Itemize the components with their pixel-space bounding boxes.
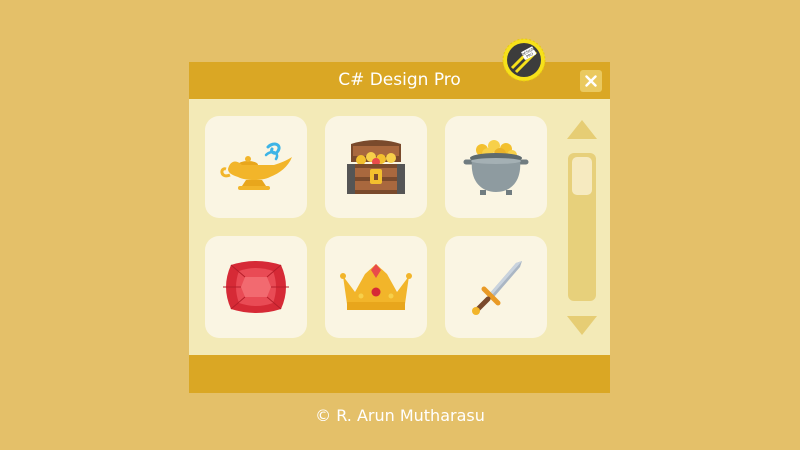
title-bar: C# Design Pro xyxy=(189,62,610,99)
design-pro-badge-icon: DESIGN PRO xyxy=(502,38,546,82)
magic-lamp-icon xyxy=(220,142,292,190)
window-title: C# Design Pro xyxy=(338,70,461,90)
scroll-up-arrow-icon[interactable] xyxy=(565,117,599,141)
scrollbar-thumb[interactable] xyxy=(572,157,592,195)
sword-icon xyxy=(472,261,522,315)
app-window: C# Design Pro DESIGN PRO xyxy=(189,38,610,393)
item-tile-treasure-chest[interactable] xyxy=(325,116,427,218)
item-tile-pot-of-gold[interactable] xyxy=(445,116,547,218)
copyright-text: © R. Arun Mutharasu xyxy=(315,406,485,425)
close-button[interactable] xyxy=(580,70,602,92)
pot-of-gold-icon xyxy=(463,140,529,195)
treasure-chest-icon xyxy=(347,140,405,194)
ruby-gem-icon xyxy=(223,261,289,313)
item-tile-magic-lamp[interactable] xyxy=(205,116,307,218)
item-tile-crown[interactable] xyxy=(325,236,427,338)
close-icon xyxy=(585,75,597,87)
item-tile-sword[interactable] xyxy=(445,236,547,338)
crown-icon xyxy=(340,264,412,310)
item-tile-ruby-gem[interactable] xyxy=(205,236,307,338)
window-footer xyxy=(189,355,610,393)
scroll-down-arrow-icon[interactable] xyxy=(565,314,599,338)
